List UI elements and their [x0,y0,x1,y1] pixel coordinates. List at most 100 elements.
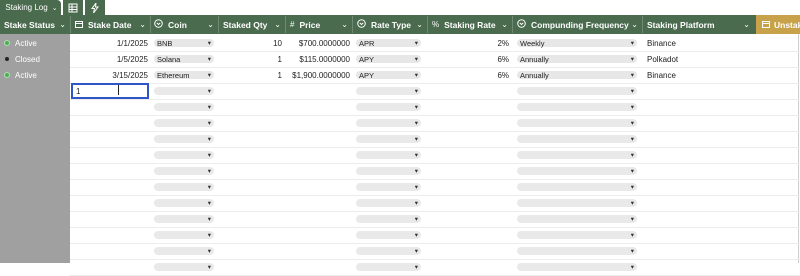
compunding-frequency-select[interactable]: ▾ [517,119,637,127]
chevron-down-icon[interactable]: ⌄ [274,20,281,29]
coin-select[interactable]: ▾ [154,183,214,191]
compunding-frequency-select[interactable]: ▾ [517,135,637,143]
staking-platform-cell[interactable]: Binance [647,67,747,83]
coin-select[interactable]: ▾ [154,87,214,95]
header-staking-rate[interactable]: % Staking Rate ⌄ [432,15,512,34]
rate-type-select[interactable]: ▾ [356,247,421,255]
compunding-frequency-select[interactable]: Weekly ▾ [517,39,637,48]
staking-platform-cell[interactable]: Polkadot [647,51,747,67]
table-row[interactable]: ▾ ▾ ▾ [0,227,800,243]
price-cell[interactable]: $700.0000000 [285,35,350,51]
stake-date-cell-editor[interactable]: 1 [71,83,149,99]
stake-date-cell[interactable]: 3/15/2025 [72,67,148,83]
chevron-down-icon[interactable]: ⌄ [52,4,58,12]
compunding-frequency-select[interactable]: ▾ [517,231,637,239]
table-row[interactable]: ▾ ▾ ▾ [0,243,800,259]
table-row[interactable]: ▾ ▾ ▾ [0,211,800,227]
price-cell[interactable]: $1,900.0000000 [285,67,350,83]
chevron-down-icon[interactable]: ⌄ [631,20,638,29]
compunding-frequency-select[interactable]: ▾ [517,199,637,207]
compunding-frequency-select[interactable]: ▾ [517,167,637,175]
table-row[interactable]: ▾ ▾ ▾ [0,115,800,131]
stake-status-cell[interactable]: Closed [4,51,68,67]
coin-select[interactable]: ▾ [154,263,214,271]
compunding-frequency-select[interactable]: Annually ▾ [517,55,637,64]
compunding-frequency-select[interactable]: ▾ [517,151,637,159]
stake-status-cell[interactable]: Active [4,35,68,51]
staked-qty-cell[interactable]: 1 [218,51,282,67]
rate-type-select[interactable]: APR ▾ [356,39,421,48]
coin-select[interactable]: ▾ [154,119,214,127]
staked-qty-cell[interactable]: 1 [218,67,282,83]
rate-type-select[interactable]: ▾ [356,151,421,159]
header-coin[interactable]: Coin ⌄ [154,15,218,34]
header-stake-date[interactable]: Stake Date ⌄ [75,15,150,34]
chevron-down-icon[interactable]: ⌄ [139,20,146,29]
compunding-frequency-select[interactable]: ▾ [517,215,637,223]
rate-type-select[interactable]: ▾ [356,87,421,95]
coin-select[interactable]: Solana ▾ [154,55,214,64]
table-row[interactable]: ▾ ▾ ▾ [0,131,800,147]
table-row[interactable]: ▾ ▾ ▾ [0,195,800,211]
lightning-icon[interactable] [85,0,105,15]
stake-status-cell[interactable]: Active [4,67,68,83]
coin-select[interactable]: ▾ [154,135,214,143]
table-row[interactable]: Active 3/15/2025 Ethereum ▾ 1 $1,900.0000000 A… [0,67,800,83]
stake-date-cell[interactable]: 1/5/2025 [72,51,148,67]
compunding-frequency-select[interactable]: ▾ [517,263,637,271]
header-unstake-date[interactable]: Unstak [756,15,800,34]
staking-rate-cell[interactable]: 2% [447,35,509,51]
table-icon[interactable] [63,0,83,15]
stake-date-cell[interactable]: 1/1/2025 [72,35,148,51]
coin-select[interactable]: ▾ [154,151,214,159]
chevron-down-icon[interactable]: ⌄ [59,20,66,29]
rate-type-select[interactable]: ▾ [356,119,421,127]
table-row[interactable]: Closed 1/5/2025 Solana ▾ 1 $115.0000000 APY ▾ 6%… [0,51,800,67]
staking-rate-cell[interactable]: 6% [447,51,509,67]
coin-select[interactable]: BNB ▾ [154,39,214,48]
table-row[interactable]: ▾ ▾ ▾ [0,163,800,179]
coin-select[interactable]: ▾ [154,167,214,175]
header-compunding-frequency[interactable]: Compunding Frequency ⌄ [517,15,642,34]
rate-type-select[interactable]: ▾ [356,167,421,175]
header-stake-status[interactable]: Stake Status ⌄ [4,15,70,34]
rate-type-select[interactable]: ▾ [356,199,421,207]
chevron-down-icon[interactable]: ⌄ [501,20,508,29]
compunding-frequency-select[interactable]: ▾ [517,247,637,255]
rate-type-select[interactable]: APY ▾ [356,71,421,80]
coin-select[interactable]: ▾ [154,215,214,223]
chevron-down-icon[interactable]: ⌄ [341,20,348,29]
table-row[interactable]: ▾ ▾ ▾ [0,259,800,275]
rate-type-select[interactable]: APY ▾ [356,55,421,64]
table-row[interactable]: ▾ ▾ ▾ [0,147,800,163]
compunding-frequency-select[interactable]: ▾ [517,87,637,95]
table-row[interactable]: Active 1/1/2025 BNB ▾ 10 $700.0000000 APR ▾ 2% We… [0,35,800,51]
table-row[interactable]: ▾ ▾ ▾ [0,99,800,115]
compunding-frequency-select[interactable]: Annually ▾ [517,71,637,80]
header-rate-type[interactable]: Rate Type ⌄ [357,15,427,34]
coin-select[interactable]: Ethereum ▾ [154,71,214,80]
rate-type-select[interactable]: ▾ [356,183,421,191]
table-row[interactable]: ▾ ▾ ▾ [0,179,800,195]
coin-select[interactable]: ▾ [154,103,214,111]
header-staking-platform[interactable]: Staking Platform ⌄ [647,15,754,34]
rate-type-select[interactable]: ▾ [356,135,421,143]
tab-staking-log[interactable]: Staking Log ⌄ [0,0,61,15]
staking-platform-cell[interactable]: Binance [647,35,747,51]
chevron-down-icon[interactable]: ⌄ [416,20,423,29]
chevron-down-icon[interactable]: ⌄ [743,20,750,29]
price-cell[interactable]: $115.0000000 [285,51,350,67]
rate-type-select[interactable]: ▾ [356,263,421,271]
chevron-down-icon[interactable]: ⌄ [207,20,214,29]
rate-type-select[interactable]: ▾ [356,215,421,223]
coin-select[interactable]: ▾ [154,199,214,207]
coin-select[interactable]: ▾ [154,247,214,255]
coin-select[interactable]: ▾ [154,231,214,239]
rate-type-select[interactable]: ▾ [356,103,421,111]
compunding-frequency-select[interactable]: ▾ [517,103,637,111]
compunding-frequency-select[interactable]: ▾ [517,183,637,191]
staked-qty-cell[interactable]: 10 [218,35,282,51]
header-staked-qty[interactable]: Staked Qty ⌄ [223,15,285,34]
rate-type-select[interactable]: ▾ [356,231,421,239]
header-price[interactable]: # Price ⌄ [290,15,352,34]
